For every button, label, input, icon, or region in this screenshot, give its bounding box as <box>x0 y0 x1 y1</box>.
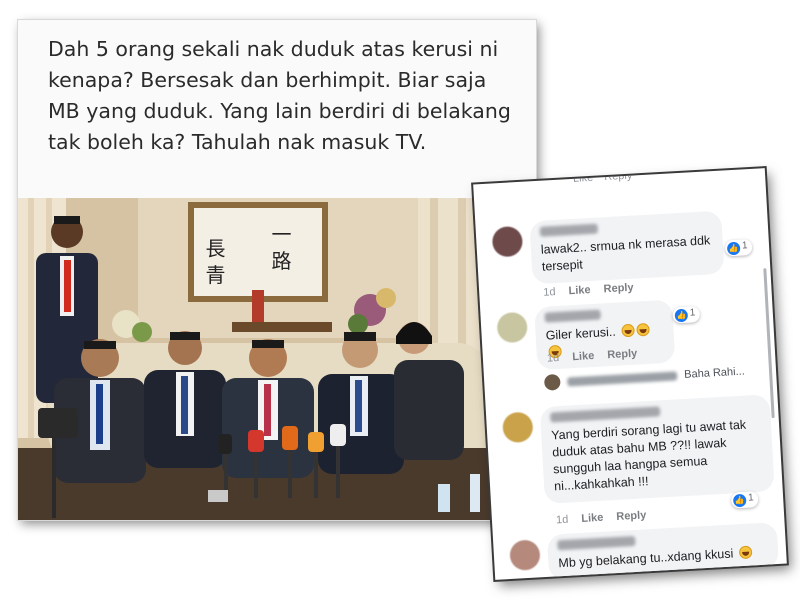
reaction-badge[interactable]: 👍 1 <box>730 491 759 509</box>
reaction-count: 1 <box>689 307 696 319</box>
thumbs-up-icon: 👍 <box>674 308 689 323</box>
commenter-avatar[interactable] <box>491 225 524 258</box>
thumbs-up-icon: 👍 <box>726 241 741 256</box>
comment-item: lawak2.. srmua nk merasa ddk tersepit 👍 1… <box>491 208 761 299</box>
comment-item: Mb yg belakang tu..xdang kkusi <box>509 522 780 580</box>
comment-bubble: Yang berdiri sorang lagi tu awat tak dud… <box>539 394 775 504</box>
thumbs-up-icon: 👍 <box>732 493 747 508</box>
top-like-link[interactable]: Like <box>573 172 594 185</box>
comments-panel: Like Reply lawak2.. srmua nk merasa ddk … <box>473 168 787 580</box>
commenter-avatar[interactable] <box>509 539 541 571</box>
top-reply-link[interactable]: Reply <box>604 170 633 184</box>
reaction-count: 1 <box>747 492 754 504</box>
laughing-emoji-icon <box>620 323 635 338</box>
reaction-badge[interactable]: 👍 1 <box>724 239 753 257</box>
comment-item: Yang berdiri sorang lagi tu awat tak dud… <box>501 394 775 526</box>
reply-link[interactable]: Reply <box>603 282 634 296</box>
comment-text: lawak2.. srmua nk merasa ddk tersepit <box>540 233 711 274</box>
comment-text: Yang berdiri sorang lagi tu awat tak dud… <box>550 417 747 494</box>
comment-time: 1d <box>555 513 569 527</box>
reaction-count: 1 <box>741 240 748 252</box>
comment-bubble: Mb yg belakang tu..xdang kkusi <box>546 522 780 580</box>
comment-actions: 1d Like Reply <box>543 281 644 299</box>
reply-author-blurred <box>567 370 678 386</box>
comment-item: Giler kerusi.. 👍 1 1d Like Reply <box>496 294 766 371</box>
commenter-name-blurred[interactable] <box>557 535 636 551</box>
reply-link[interactable]: Reply <box>616 509 647 523</box>
like-link[interactable]: Like <box>581 512 604 525</box>
laughing-emoji-icon <box>738 545 753 560</box>
comment-time: 1d <box>546 351 560 365</box>
commenter-avatar[interactable] <box>496 311 529 344</box>
comment-bubble: lawak2.. srmua nk merasa ddk tersepit <box>529 210 725 285</box>
commenter-avatar[interactable] <box>501 411 534 444</box>
commenter-name-blurred[interactable] <box>539 223 599 237</box>
calligraphy-right: 一 路 <box>268 224 292 270</box>
like-link[interactable]: Like <box>572 350 595 363</box>
top-actions: Like Reply <box>573 169 641 185</box>
post-text: Dah 5 orang sekali nak duduk atas kerusi… <box>48 37 511 154</box>
comment-time: 1d <box>542 286 556 299</box>
press-conference-image: 長 青 一 路 <box>18 198 536 520</box>
post-photo[interactable]: 長 青 一 路 <box>18 198 536 520</box>
like-link[interactable]: Like <box>568 284 591 297</box>
calligraphy-left: 長 青 <box>202 238 226 284</box>
reply-link[interactable]: Reply <box>607 348 638 362</box>
reply-author-suffix: Baha Rahi... <box>683 365 746 381</box>
post-card: Dah 5 orang sekali nak duduk atas kerusi… <box>18 20 536 520</box>
scrollbar[interactable] <box>763 268 775 419</box>
comment-actions: 1d Like Reply <box>555 509 657 527</box>
commenter-name-blurred[interactable] <box>550 406 661 423</box>
reaction-badge[interactable]: 👍 1 <box>672 306 700 324</box>
reply-avatar <box>543 373 561 391</box>
laughing-emoji-icon <box>635 322 650 337</box>
commenter-name-blurred[interactable] <box>544 309 601 323</box>
